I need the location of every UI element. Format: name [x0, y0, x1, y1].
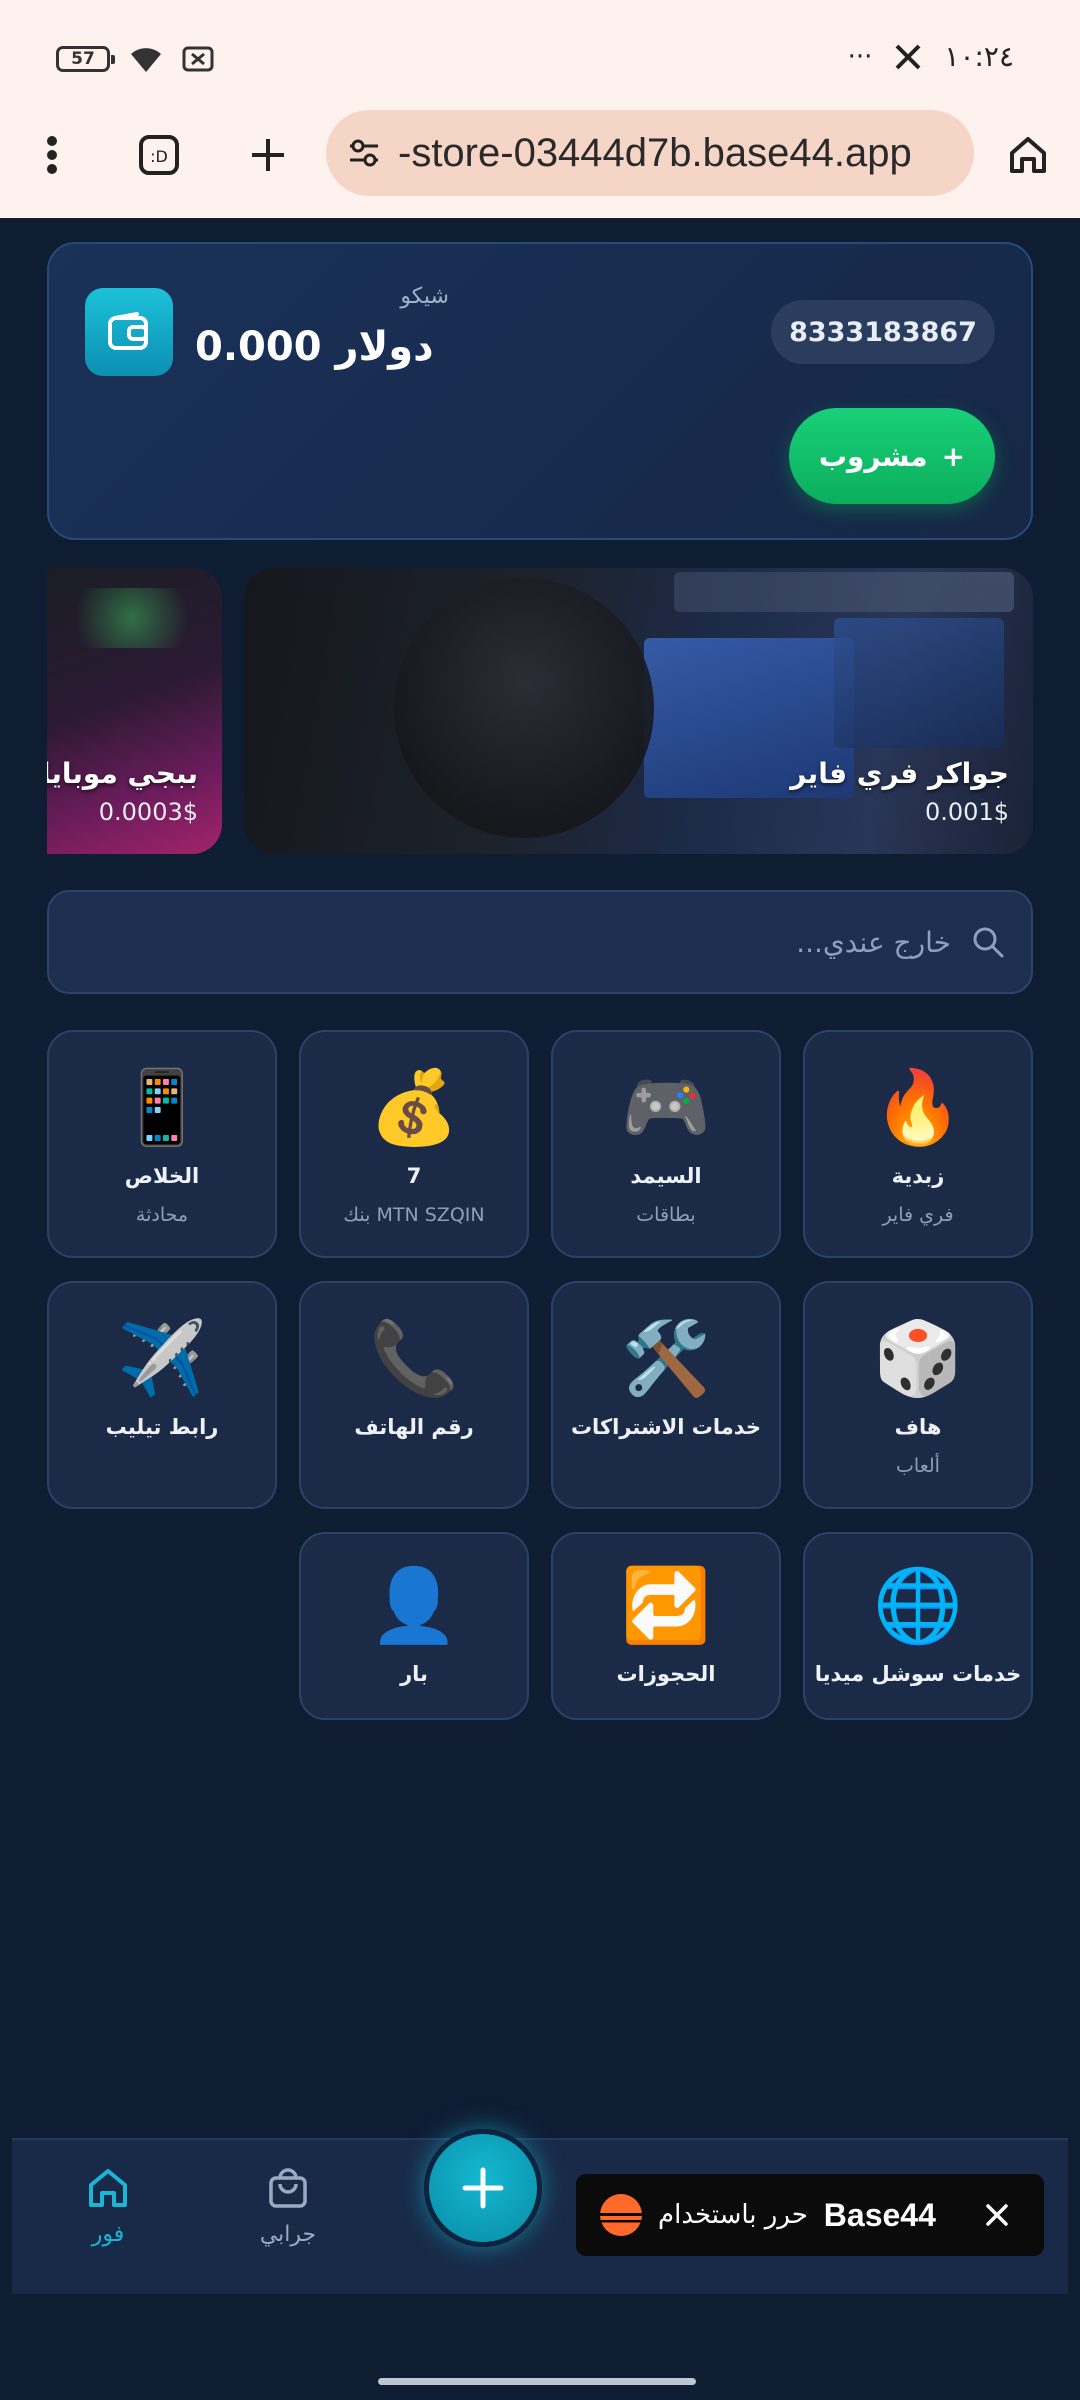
category-title: رابط تيليب	[105, 1415, 219, 1439]
monitor-screen	[834, 618, 1004, 748]
shopping-bag-icon	[269, 2168, 307, 2208]
mobile-phone-icon: 📱	[117, 1065, 207, 1149]
x-app-icon	[895, 44, 921, 69]
plus-icon	[252, 139, 284, 171]
category-title: 7	[406, 1164, 422, 1188]
search-input[interactable]: خارج عندي...	[796, 926, 951, 959]
tab-switcher-icon: :D	[139, 135, 179, 175]
category-title: خدمات الاشتراكات	[570, 1415, 762, 1439]
category-tile[interactable]: 🎲 هاف ألعاب	[803, 1281, 1033, 1509]
wallet-balance: دولار 0.000	[195, 324, 434, 370]
category-subtitle: فري فاير	[882, 1204, 954, 1226]
home-icon	[1010, 137, 1046, 173]
search-icon	[973, 927, 1004, 958]
category-title: هاف	[894, 1415, 942, 1439]
phone-icon: 📞	[369, 1316, 459, 1400]
nav-orders-label: جرابي	[259, 2222, 317, 2247]
nav-orders[interactable]: جرابي	[228, 2166, 348, 2247]
battery-icon: 57	[56, 46, 115, 72]
more-vert-icon	[47, 136, 57, 174]
app-content: شيكو دولار 0.000 8333183867 مشروب + ببجي…	[0, 218, 1080, 2400]
battery-level: 57	[71, 49, 95, 69]
fire-icon: 🔥	[873, 1065, 963, 1149]
airplane-icon: ✈️	[117, 1316, 207, 1400]
tabs-button[interactable]: :D	[123, 110, 195, 200]
close-icon[interactable]	[978, 2196, 1016, 2234]
search-bar[interactable]: خارج عندي...	[47, 890, 1033, 994]
wallet-owner-name: شيكو	[400, 284, 449, 309]
address-bar[interactable]: -store-03444d7b.base44.app	[326, 110, 974, 196]
plus-icon	[462, 2167, 504, 2209]
browser-toolbar: :D -store-03444d7b.base44.app	[0, 110, 1080, 200]
banner-freefire[interactable]: جواكر فري فاير 0.001$	[244, 568, 1033, 854]
banner-pubg[interactable]: ببجي موبايل 0.0003$	[47, 568, 222, 854]
keyboard-lights	[57, 588, 207, 648]
category-title: الخلاص	[124, 1164, 200, 1188]
topup-label: مشروب	[818, 439, 928, 473]
plus-icon: +	[941, 439, 966, 473]
topup-button[interactable]: مشروب +	[789, 408, 995, 504]
gamepad-icon: 🎮	[621, 1065, 711, 1149]
category-title: بار	[400, 1662, 428, 1686]
url-text: -store-03444d7b.base44.app	[398, 130, 912, 175]
banner-price: 0.0003$	[98, 798, 198, 826]
category-title: زبدية	[891, 1164, 945, 1188]
repeat-icon: 🔁	[621, 1563, 711, 1647]
category-tile[interactable]: 💰 7 بنك MTN SZQIN	[299, 1030, 529, 1258]
category-title: السيمد	[630, 1164, 702, 1188]
globe-icon: 🌐	[873, 1563, 963, 1647]
dice-icon: 🎲	[873, 1316, 963, 1400]
banner-title: ببجي موبايل	[47, 757, 198, 790]
nav-home-label: فور	[91, 2222, 125, 2247]
wallet-card: شيكو دولار 0.000 8333183867 مشروب +	[47, 242, 1033, 540]
category-subtitle: بنك MTN SZQIN	[343, 1204, 485, 1226]
category-tile[interactable]: ✈️ رابط تيليب	[47, 1281, 277, 1509]
add-fab-button[interactable]	[424, 2129, 542, 2247]
nav-home[interactable]: فور	[48, 2166, 168, 2247]
banner-title: جواكر فري فاير	[790, 757, 1009, 790]
badge-text: حرر باستخدام	[658, 2200, 808, 2230]
account-number[interactable]: 8333183867	[771, 300, 995, 364]
money-bag-icon: 💰	[369, 1065, 459, 1149]
wallet-icon	[85, 288, 173, 376]
category-subtitle: بطاقات	[636, 1204, 696, 1226]
category-title: خدمات سوشل ميديا	[814, 1662, 1022, 1686]
home-button[interactable]	[992, 110, 1064, 200]
new-tab-button[interactable]	[232, 110, 304, 200]
category-tile[interactable]: 🎮 السيمد بطاقات	[551, 1030, 781, 1258]
svg-text::D: :D	[150, 147, 168, 166]
more-notifications: ···	[847, 41, 873, 72]
base44-badge[interactable]: حرر باستخدام Base44	[576, 2174, 1044, 2256]
tools-icon: 🛠️	[621, 1316, 711, 1400]
clock: ١٠:٢٤	[944, 40, 1014, 73]
status-icons-right: ··· ١٠:٢٤	[848, 40, 1014, 73]
site-settings-icon	[350, 139, 378, 167]
category-tile[interactable]: 👤 بار	[299, 1532, 529, 1720]
monitor-screen	[674, 572, 1014, 612]
category-subtitle: ألعاب	[896, 1455, 940, 1477]
badge-brand: Base44	[823, 2196, 936, 2233]
base44-logo-icon	[600, 2194, 642, 2236]
category-subtitle: محادثة	[135, 1204, 189, 1226]
category-tile[interactable]: 🔥 زبدية فري فاير	[803, 1030, 1033, 1258]
user-icon: 👤	[369, 1563, 459, 1647]
banner-price: 0.001$	[925, 798, 1009, 826]
gesture-bar[interactable]	[378, 2378, 696, 2385]
category-title: الحجوزات	[616, 1662, 716, 1686]
category-title: رقم الهاتف	[354, 1415, 474, 1439]
category-tile[interactable]: 📱 الخلاص محادثة	[47, 1030, 277, 1258]
browser-chrome: 57 ··· ١٠:٢٤ :D -store-03444d7b.base44.a…	[0, 0, 1080, 218]
home-icon	[89, 2169, 127, 2207]
status-bar: 57 ··· ١٠:٢٤	[0, 0, 1080, 120]
category-tile[interactable]: 🔁 الحجوزات	[551, 1532, 781, 1720]
status-icons-left: 57	[56, 44, 214, 74]
category-tile[interactable]: 🌐 خدمات سوشل ميديا	[803, 1532, 1033, 1720]
category-tile[interactable]: 🛠️ خدمات الاشتراكات	[551, 1281, 781, 1509]
no-sim-icon	[182, 46, 214, 72]
gamer-silhouette	[394, 578, 654, 838]
wifi-icon	[131, 48, 161, 72]
category-tile[interactable]: 📞 رقم الهاتف	[299, 1281, 529, 1509]
menu-button[interactable]	[16, 110, 88, 200]
